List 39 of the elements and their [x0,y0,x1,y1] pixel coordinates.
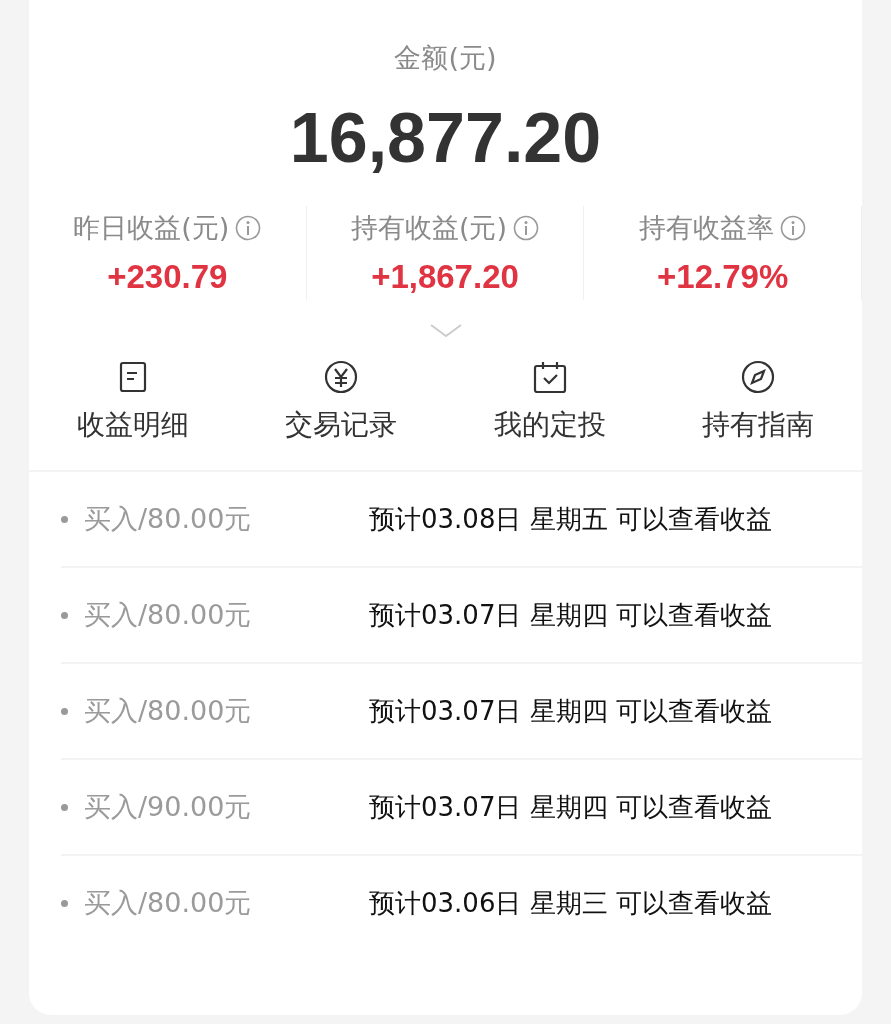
stat-value: +230.79 [107,258,228,296]
action-button[interactable]: 持有指南 [653,360,862,444]
bullet-icon [61,707,68,715]
amount-value: 16,877.20 [288,98,603,178]
action-button[interactable]: 我的定投 [445,360,654,444]
stat-label: 昨日收益(元) [73,211,230,245]
record-row[interactable]: 买入/80.00元 预计03.07日 星期四 可以查看收益 [61,664,862,760]
record-amount: 买入/80.00元 [84,886,253,920]
record-row[interactable]: 买入/80.00元 预计03.06日 星期三 可以查看收益 [61,856,862,950]
info-icon[interactable] [780,215,807,241]
info-icon[interactable] [513,215,540,241]
record-note: 预计03.06日 星期三 可以查看收益 [369,886,772,920]
stat-label: 持有收益(元) [350,211,508,245]
record-note: 预计03.07日 星期四 可以查看收益 [369,598,772,632]
stat-value: +1,867.20 [371,258,519,296]
record-row[interactable]: 买入/80.00元 预计03.08日 星期五 可以查看收益 [61,472,862,568]
record-row[interactable]: 买入/80.00元 预计03.07日 星期四 可以查看收益 [61,568,862,664]
record-amount: 买入/80.00元 [84,694,253,728]
stat-label: 持有收益率 [639,211,775,245]
record-amount: 买入/90.00元 [84,790,253,824]
record-note: 预计03.08日 星期五 可以查看收益 [369,502,772,536]
action-button[interactable]: 交易记录 [237,360,446,444]
record-row[interactable]: 买入/90.00元 预计03.07日 星期四 可以查看收益 [61,760,862,856]
bullet-icon [61,803,68,811]
record-note: 预计03.07日 星期四 可以查看收益 [369,790,772,824]
action-button[interactable]: 收益明细 [29,360,238,444]
amount-label: 金额(元) [393,41,498,75]
bullet-icon [61,899,68,907]
compass-icon [740,360,775,394]
record-amount: 买入/80.00元 [84,502,253,536]
stat-value: +12.79% [657,258,789,296]
bullet-icon [61,611,68,619]
record-amount: 买入/80.00元 [84,598,253,632]
calendar-icon [532,360,567,394]
info-icon[interactable] [235,215,262,241]
yuan-icon [324,360,359,394]
chevron-down-icon[interactable] [429,324,462,338]
bullet-icon [61,515,68,523]
record-note: 预计03.07日 星期四 可以查看收益 [369,694,772,728]
